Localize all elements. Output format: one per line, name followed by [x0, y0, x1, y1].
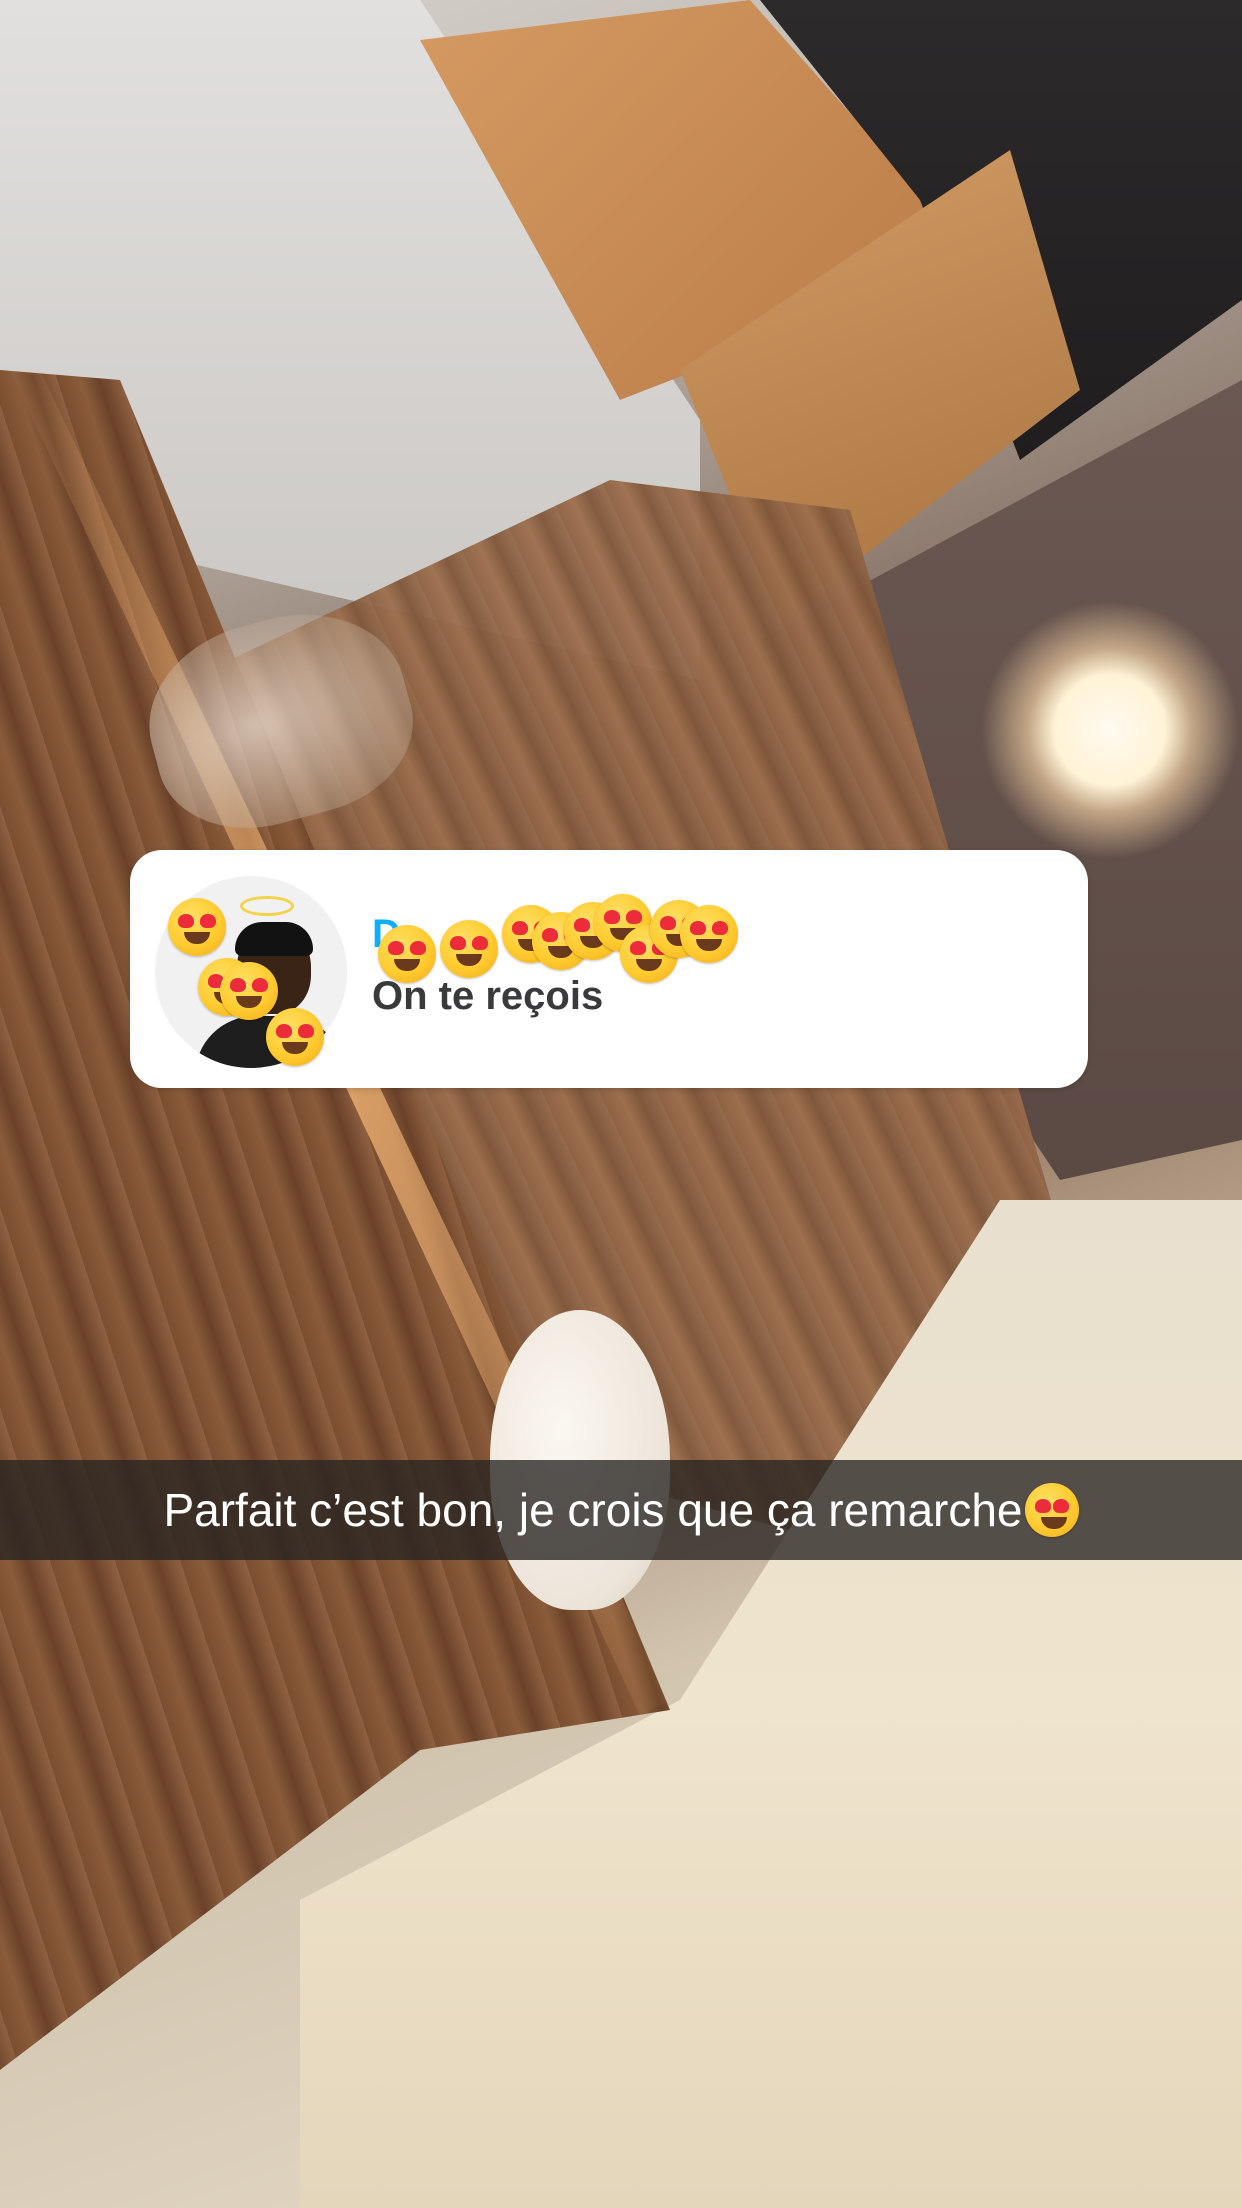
- background-lamp-light: [980, 600, 1240, 860]
- heart-eyes-icon: [1024, 1483, 1079, 1537]
- heart-eyes-emoji-icon: [1024, 1483, 1079, 1537]
- avatar-hair: [235, 922, 313, 956]
- heart-eyes-emoji-sticker-icon: [266, 1008, 324, 1066]
- heart-eyes-emoji-sticker-icon: [440, 920, 498, 978]
- heart-eyes-emoji-sticker-icon: [168, 898, 226, 956]
- story-caption-bar: Parfait c’est bon, je crois que ça remar…: [0, 1460, 1242, 1560]
- heart-eyes-emoji-sticker-icon: [220, 962, 278, 1020]
- heart-eyes-emoji-sticker-icon: [378, 925, 436, 983]
- story-caption: Parfait c’est bon, je crois que ça remar…: [163, 1484, 1023, 1536]
- story-viewer: D On te reçois Parfait c’est bon, je cro…: [0, 0, 1242, 2208]
- heart-eyes-emoji-sticker-icon: [680, 905, 738, 963]
- halo-icon: [240, 896, 294, 916]
